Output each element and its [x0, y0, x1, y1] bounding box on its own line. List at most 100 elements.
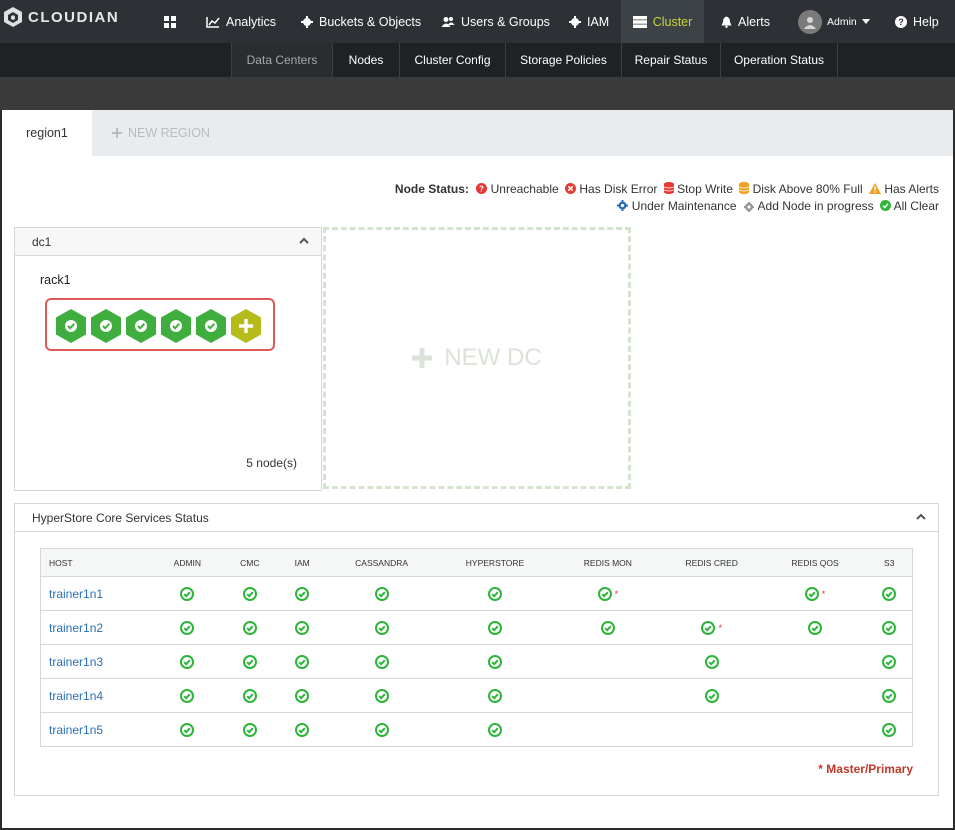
core-services-panel: HyperStore Core Services Status HOST ADM… — [14, 503, 939, 796]
service-status-cell — [329, 712, 435, 747]
service-status-cell — [659, 644, 764, 679]
legend-label: Has Alerts — [884, 182, 939, 196]
column-header: CASSANDRA — [329, 548, 435, 577]
service-status-cell — [866, 610, 913, 645]
unreachable-icon: ? — [476, 183, 488, 194]
subnav-data-centers[interactable]: Data Centers — [231, 43, 332, 77]
host-link[interactable]: trainer1n3 — [40, 644, 151, 679]
service-status-cell — [150, 576, 225, 611]
subnav-cluster-config[interactable]: Cluster Config — [399, 43, 505, 77]
disk-error-icon — [565, 183, 577, 194]
cloudian-logo[interactable]: CLOUDIAN — [2, 6, 119, 28]
subnav-nodes[interactable]: Nodes — [332, 43, 399, 77]
admin-label: Admin — [827, 15, 857, 28]
node-hex-ok[interactable] — [123, 308, 159, 344]
service-status-cell — [763, 712, 867, 747]
all-clear-icon — [879, 200, 891, 211]
check-circle-icon — [597, 586, 612, 601]
legend-label: All Clear — [893, 199, 939, 213]
subnav-operation-status[interactable]: Operation Status — [720, 43, 838, 77]
service-status-cell — [275, 712, 330, 747]
avatar — [798, 9, 822, 34]
nav-analytics[interactable]: Analytics — [206, 0, 276, 43]
tab-region1[interactable]: region1 — [2, 110, 92, 156]
nav-buckets-objects[interactable]: Buckets & Objects — [301, 0, 421, 43]
service-status-cell — [224, 644, 276, 679]
nav-alerts[interactable]: Alerts — [721, 0, 770, 43]
service-status-cell — [434, 576, 556, 611]
check-circle-icon — [804, 586, 819, 601]
check-circle-icon — [295, 654, 310, 669]
service-status-cell — [329, 678, 435, 713]
service-status-cell — [866, 678, 913, 713]
warning-icon — [868, 183, 881, 194]
service-status-cell — [555, 610, 660, 645]
nav-users-groups[interactable]: Users & Groups — [441, 0, 550, 43]
subnav-storage-policies[interactable]: Storage Policies — [505, 43, 621, 77]
chevron-up-icon[interactable] — [916, 512, 926, 522]
service-status-cell — [329, 576, 435, 611]
nav-label: Analytics — [226, 14, 277, 29]
help-icon: ? — [895, 15, 907, 28]
service-status-cell: * — [555, 576, 660, 611]
check-circle-icon — [180, 586, 195, 601]
host-link[interactable]: trainer1n4 — [40, 678, 151, 713]
check-circle-icon — [488, 586, 502, 601]
node-hex-ok[interactable] — [158, 308, 194, 344]
service-status-cell — [150, 712, 225, 747]
check-circle-icon — [488, 722, 502, 737]
stop-write-icon — [663, 182, 674, 194]
check-circle-icon — [295, 688, 310, 703]
subnav-repair-status[interactable]: Repair Status — [621, 43, 720, 77]
check-circle-icon — [295, 620, 310, 635]
node-hex-ok[interactable] — [53, 308, 89, 344]
check-circle-icon — [808, 620, 823, 635]
core-services-title: HyperStore Core Services Status — [32, 510, 209, 525]
check-circle-icon — [180, 654, 195, 669]
add-node-hex[interactable] — [228, 308, 264, 344]
caret-down-icon — [861, 19, 870, 24]
host-link[interactable]: trainer1n2 — [40, 610, 151, 645]
disk-full-icon — [739, 182, 750, 194]
admin-menu[interactable]: Admin — [798, 0, 870, 43]
gear-icon — [301, 15, 313, 28]
legend-label: Stop Write — [677, 182, 733, 196]
service-status-cell — [434, 644, 556, 679]
legend-row: Under Maintenance Add Node in progress A… — [395, 198, 939, 215]
service-status-cell — [150, 644, 225, 679]
check-circle-icon — [488, 620, 502, 635]
new-dc-button[interactable]: NEW DC — [323, 227, 631, 489]
service-status-cell — [555, 644, 660, 679]
nav-help[interactable]: ? Help — [895, 0, 939, 43]
node-hex-ok[interactable] — [193, 308, 229, 344]
host-link[interactable]: trainer1n1 — [40, 576, 151, 611]
tab-new-region[interactable]: NEW REGION — [112, 110, 210, 156]
services-table: HOST ADMIN CMC IAM CASSANDRA HYPERSTORE … — [40, 548, 913, 747]
service-status-cell — [224, 576, 276, 611]
region-tabs: region1 NEW REGION — [2, 110, 953, 156]
nav-iam[interactable]: IAM — [569, 0, 609, 43]
user-icon — [804, 16, 816, 29]
datacenter-name: dc1 — [32, 234, 52, 249]
service-status-cell — [434, 712, 556, 747]
check-circle-icon — [242, 654, 257, 669]
cluster-icon — [632, 15, 647, 28]
service-status-cell — [763, 678, 867, 713]
service-status-cell — [866, 644, 913, 679]
check-circle-icon — [180, 688, 195, 703]
node-hex-ok[interactable] — [88, 308, 124, 344]
datacenter-header[interactable]: dc1 — [15, 228, 321, 256]
legend-label: Unreachable — [490, 182, 559, 196]
header-band — [0, 77, 955, 110]
dashboard-button[interactable] — [158, 0, 182, 43]
column-header: HOST — [40, 548, 151, 577]
check-circle-icon — [882, 654, 897, 669]
nav-cluster[interactable]: Cluster — [621, 0, 704, 43]
maintenance-gear-icon — [617, 200, 629, 211]
service-status-cell — [763, 644, 867, 679]
core-services-header[interactable]: HyperStore Core Services Status — [15, 504, 938, 532]
host-link[interactable]: trainer1n5 — [40, 712, 151, 747]
chevron-up-icon[interactable] — [299, 236, 309, 246]
datacenter-panel: dc1 rack1 5 node(s) — [14, 227, 322, 491]
service-status-cell — [329, 644, 435, 679]
